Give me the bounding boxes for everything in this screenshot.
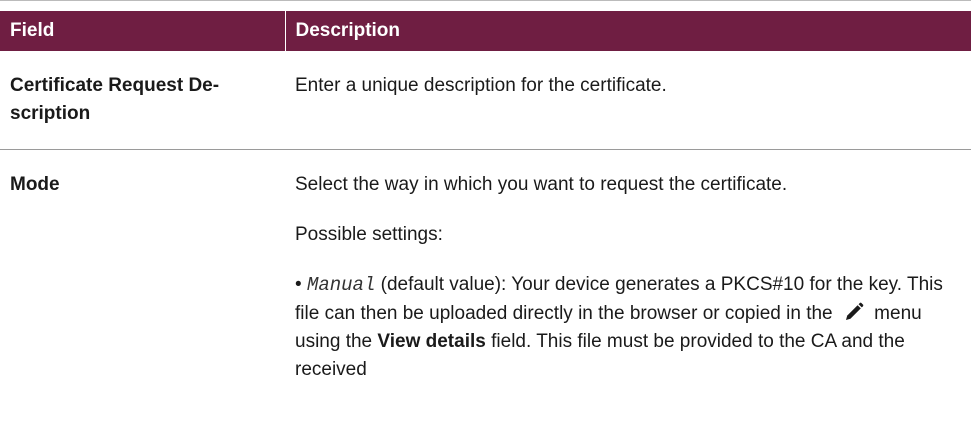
table-row: Certificate Request De-scription Enter a… <box>0 51 971 150</box>
field-description-table: Field Description Certificate Request De… <box>0 11 971 384</box>
bullet-marker: • <box>295 274 302 295</box>
page-top-rule <box>0 0 971 11</box>
field-description: Enter a unique description for the certi… <box>285 51 971 150</box>
pencil-icon <box>839 299 867 326</box>
field-name-text: Mode <box>10 174 60 195</box>
possible-settings-label: Possible settings: <box>295 224 443 245</box>
description-text: Enter a unique description for the certi… <box>295 75 667 96</box>
table-header-row: Field Description <box>0 11 971 51</box>
field-name-text: Certificate Request De-scription <box>10 75 220 124</box>
description-intro: Select the way in which you want to requ… <box>295 174 788 195</box>
table-row: Mode Select the way in which you want to… <box>0 150 971 385</box>
setting-list-item: • Manual (default value): Your device ge… <box>295 271 961 384</box>
column-header-description: Description <box>284 11 971 51</box>
column-header-field: Field <box>0 11 285 51</box>
view-details-field-name: View details <box>377 331 486 352</box>
field-name-certificate-request-description: Certificate Request De-scription <box>0 51 285 150</box>
field-description: Select the way in which you want to requ… <box>285 150 971 385</box>
field-name-mode: Mode <box>0 150 285 385</box>
setting-value-manual: Manual <box>306 274 376 296</box>
